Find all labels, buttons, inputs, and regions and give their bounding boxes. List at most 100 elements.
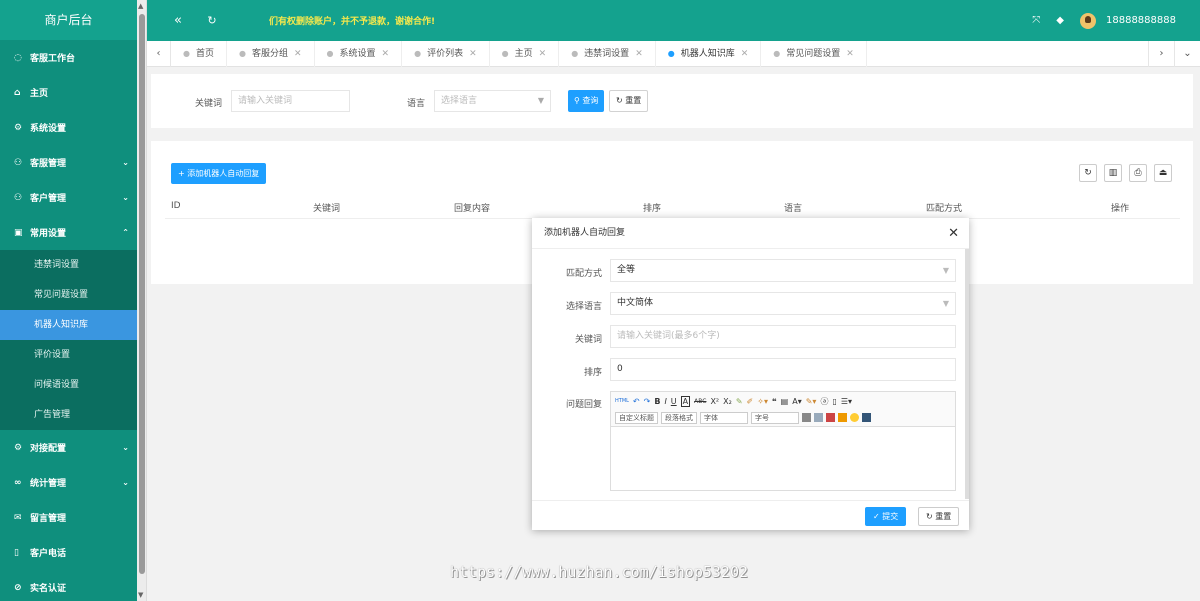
superscript-icon[interactable]: X² <box>710 397 719 406</box>
tab-faq-settings[interactable]: ● 常见问题设置 ✕ <box>761 40 867 67</box>
paragraph-format-select[interactable]: 段落格式 <box>661 411 697 424</box>
sidebar-item-service-desk[interactable]: ◌ 客服工作台 <box>0 40 137 75</box>
close-icon[interactable]: ✕ <box>948 218 959 249</box>
paste-plain-icon[interactable]: ▤ <box>781 397 789 406</box>
caret-down-icon: ▼ <box>942 299 949 308</box>
refresh-icon[interactable]: ↻ <box>195 14 229 27</box>
sidebar-subitem-rating-settings[interactable]: 评价设置 <box>0 340 137 370</box>
font-size-select[interactable]: 字号 <box>751 411 799 424</box>
tab-system-settings[interactable]: ● 系统设置 ✕ <box>315 40 403 67</box>
file-icon[interactable] <box>862 413 871 422</box>
close-icon[interactable]: ✕ <box>294 49 302 59</box>
sidebar-item-customer-management[interactable]: ⚇ 客户管理 ⌄ <box>0 180 137 215</box>
anchor-icon[interactable] <box>814 413 823 422</box>
image-icon[interactable] <box>826 413 835 422</box>
sidebar-subitem-banned-words[interactable]: 违禁词设置 <box>0 250 137 280</box>
blockquote-icon[interactable]: ❝ <box>772 397 777 406</box>
line-height-icon[interactable]: ☰▾ <box>841 397 852 406</box>
media-icon[interactable] <box>838 413 847 422</box>
custom-heading-select[interactable]: 自定义标题 <box>615 411 658 424</box>
sort-input[interactable]: 0 <box>610 358 956 381</box>
close-icon[interactable]: ✕ <box>635 49 643 59</box>
avatar[interactable] <box>1080 12 1096 29</box>
sidebar-item-messages[interactable]: ✉ 留言管理 <box>0 500 137 535</box>
border-icon[interactable]: A <box>680 395 691 407</box>
format-painter-icon[interactable]: ✎ <box>736 397 743 406</box>
keyword-search-input[interactable]: 请输入关键词 <box>231 90 350 112</box>
highlight-icon[interactable]: ✎▾ <box>806 397 817 406</box>
sidebar-item-statistics[interactable]: ∞ 统计管理 ⌄ <box>0 465 137 500</box>
sidebar-scrollbar[interactable]: ▲ ▼ <box>137 0 147 601</box>
theme-icon[interactable]: ◆ <box>1056 15 1064 26</box>
fullscreen-icon[interactable]: ⤧ <box>1032 15 1040 26</box>
reset-button[interactable]: ↻ 重置 <box>609 90 649 112</box>
html-source-icon[interactable]: HTML <box>615 398 629 404</box>
sidebar-item-integration[interactable]: ⚙ 对接配置 ⌄ <box>0 430 137 465</box>
sidebar-item-real-name[interactable]: ⊘ 实名认证 <box>0 570 137 601</box>
tab-home[interactable]: ● 首页 <box>171 40 227 67</box>
sidebar-subitem-robot-knowledge[interactable]: 机器人知识库 <box>0 310 137 340</box>
sidebar-item-common-settings[interactable]: ▣ 常用设置 ⌃ <box>0 215 137 250</box>
sidebar-item-home[interactable]: ⌂ 主页 <box>0 75 137 110</box>
link-icon[interactable] <box>802 413 811 422</box>
clear-doc-icon[interactable]: ▯ <box>832 397 836 406</box>
close-icon[interactable]: ✕ <box>741 49 749 59</box>
sidebar-subitem-ad-management[interactable]: 广告管理 <box>0 400 137 430</box>
scroll-up-icon[interactable]: ▲ <box>138 2 143 10</box>
undo-icon[interactable]: ↶ <box>633 397 640 406</box>
check-icon: ✓ <box>873 512 880 521</box>
sidebar-subitem-greeting-settings[interactable]: 问候语设置 <box>0 370 137 400</box>
emoji-icon[interactable] <box>850 413 859 422</box>
dialog-reset-button[interactable]: ↻ 重置 <box>918 507 960 526</box>
keyword-input[interactable]: 请输入关键词(最多6个字) <box>610 325 956 348</box>
sidebar-item-agent-management[interactable]: ⚇ 客服管理 ⌄ <box>0 145 137 180</box>
sidebar-item-system-settings[interactable]: ⚙ 系统设置 <box>0 110 137 145</box>
tab-scroll-left-icon[interactable]: ‹ <box>147 40 171 67</box>
tab-label: 系统设置 <box>339 48 376 59</box>
close-icon[interactable]: ✕ <box>846 49 854 59</box>
columns-icon[interactable]: ▥ <box>1104 164 1122 182</box>
scrollbar-thumb[interactable] <box>139 14 145 574</box>
font-family-select[interactable]: 字体 <box>700 411 748 424</box>
font-color-icon[interactable]: A▾ <box>792 397 802 406</box>
refresh-icon[interactable]: ↻ <box>1079 164 1097 182</box>
print-icon[interactable]: ⎙ <box>1129 164 1147 182</box>
select-all-icon[interactable]: ⓐ <box>820 396 828 407</box>
sidebar-item-customer-phone[interactable]: ▯ 客户电话 <box>0 535 137 570</box>
subscript-icon[interactable]: X₂ <box>723 397 732 406</box>
match-mode-select[interactable]: 全等 ▼ <box>610 259 956 282</box>
italic-icon[interactable]: I <box>664 397 666 406</box>
dialog-scrollbar[interactable] <box>965 249 969 499</box>
tab-rating-list[interactable]: ● 评价列表 ✕ <box>402 40 490 67</box>
match-mode-label: 匹配方式 <box>565 269 602 279</box>
collapse-icon[interactable]: « <box>161 13 195 28</box>
auto-format-icon[interactable]: ✧▾ <box>757 397 768 406</box>
sidebar-subitem-faq-settings[interactable]: 常见问题设置 <box>0 280 137 310</box>
tab-label: 常见问题设置 <box>786 48 841 59</box>
tab-menu-chevron-down-icon[interactable]: ⌄ <box>1174 41 1200 67</box>
close-icon[interactable]: ✕ <box>382 49 390 59</box>
tab-banned-words[interactable]: ● 违禁词设置 ✕ <box>559 40 656 67</box>
scroll-down-icon[interactable]: ▼ <box>138 591 143 599</box>
underline-icon[interactable]: U <box>671 397 677 406</box>
language-select[interactable]: 选择语言 ▼ <box>434 90 551 112</box>
close-icon[interactable]: ✕ <box>469 49 477 59</box>
notice-text: 们有权删除账户，并不予退款，谢谢合作! <box>269 17 436 27</box>
tab-robot-knowledge[interactable]: ● 机器人知识库 ✕ <box>656 40 762 67</box>
tab-agent-groups[interactable]: ● 客服分组 ✕ <box>227 40 315 67</box>
service-desk-icon: ◌ <box>14 52 22 63</box>
user-phone[interactable]: 18888888888 <box>1106 15 1176 26</box>
submit-button[interactable]: ✓ 提交 <box>865 507 907 526</box>
add-robot-reply-button[interactable]: + 添加机器人自动回复 <box>171 163 267 184</box>
bold-icon[interactable]: B <box>654 397 660 406</box>
language-select[interactable]: 中文简体 ▼ <box>610 292 956 315</box>
clear-format-icon[interactable]: ✐ <box>747 397 754 406</box>
tab-scroll-right-icon[interactable]: › <box>1148 41 1174 67</box>
query-button[interactable]: ⚲ 查询 <box>568 90 605 112</box>
export-icon[interactable]: ⏏ <box>1154 164 1172 182</box>
strikethrough-icon[interactable]: ABC <box>694 398 706 405</box>
rich-text-editor[interactable]: HTML ↶ ↷ B I U A ABC X² X₂ ✎ ✐ ✧▾ ❝ ▤ A▾ <box>610 391 956 491</box>
close-icon[interactable]: ✕ <box>539 49 547 59</box>
redo-icon[interactable]: ↷ <box>644 397 651 406</box>
tab-main[interactable]: ● 主页 ✕ <box>490 40 560 67</box>
